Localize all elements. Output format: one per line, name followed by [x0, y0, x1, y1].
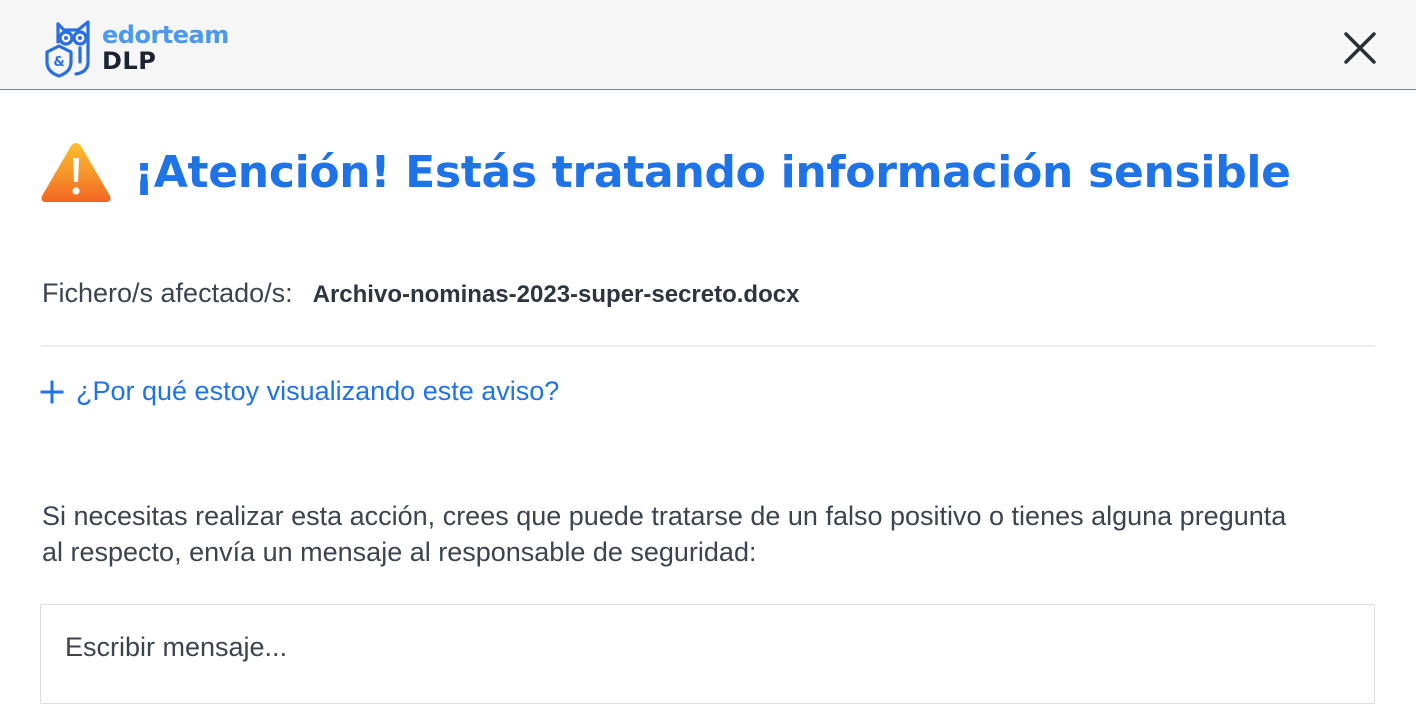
svg-text:&: &: [53, 55, 64, 70]
message-instructions: Si necesitas realizar esta acción, crees…: [42, 501, 1287, 567]
alert-heading: ¡Atención! Estás tratando información se…: [40, 140, 1291, 204]
why-notice-label: ¿Por qué estoy visualizando este aviso?: [76, 376, 560, 406]
logo-brand-text: edorteam: [102, 21, 229, 49]
message-box: [40, 604, 1375, 704]
warning-icon: [41, 143, 111, 202]
logo-product-text: DLP: [102, 47, 157, 75]
plus-icon: [40, 380, 64, 403]
logo: & edorteam DLP: [44, 18, 229, 78]
message-input[interactable]: [65, 627, 1345, 667]
owl-shield-logo-icon: &: [45, 20, 90, 78]
affected-files-label: Fichero/s afectado/s:: [42, 278, 293, 308]
close-icon[interactable]: [1340, 28, 1380, 68]
alert-title: ¡Atención! Estás tratando información se…: [134, 146, 1291, 198]
header-bar: & edorteam DLP: [0, 0, 1416, 90]
affected-files-row: Fichero/s afectado/s: Archivo-nominas-20…: [42, 278, 799, 309]
why-notice-toggle[interactable]: ¿Por qué estoy visualizando este aviso?: [40, 376, 559, 407]
divider: [41, 345, 1375, 347]
affected-filename: Archivo-nominas-2023-super-secreto.docx: [312, 281, 800, 308]
